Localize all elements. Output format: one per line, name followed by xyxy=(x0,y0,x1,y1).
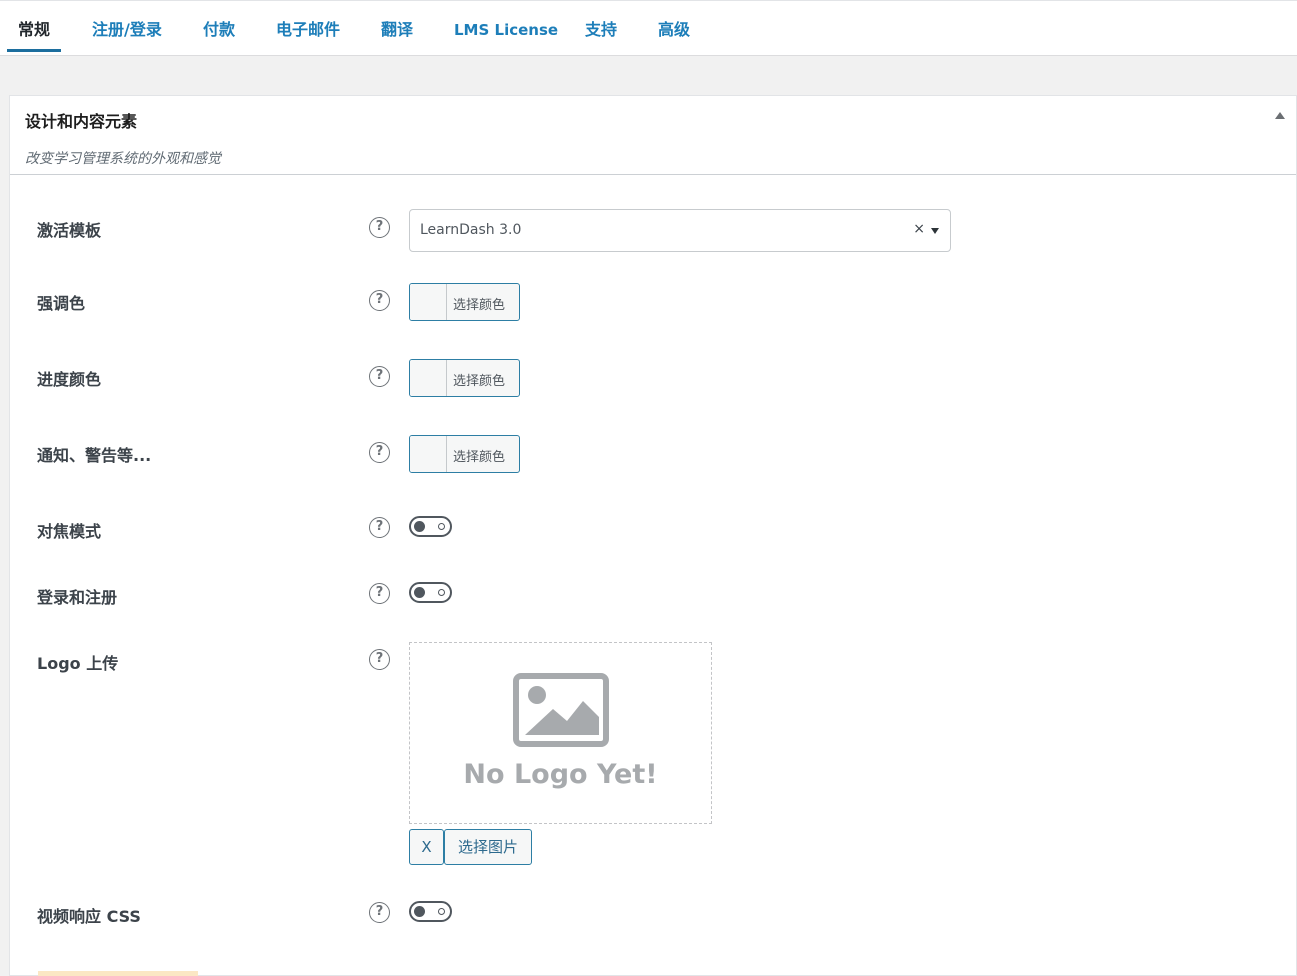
help-icon[interactable]: ? xyxy=(369,517,390,538)
help-icon[interactable]: ? xyxy=(369,442,390,463)
tab-translations[interactable]: 翻译 xyxy=(381,1,413,55)
tab-support[interactable]: 支持 xyxy=(585,1,617,55)
tab-payments[interactable]: 付款 xyxy=(203,1,235,55)
progress-color-picker-button[interactable]: 选择颜色 xyxy=(409,359,520,397)
notice-color-label: 通知、警告等... xyxy=(37,446,152,465)
login-register-label: 登录和注册 xyxy=(37,588,118,607)
tab-advanced[interactable]: 高级 xyxy=(658,1,690,55)
accent-color-button-label: 选择颜色 xyxy=(453,298,506,313)
help-icon[interactable]: ? xyxy=(369,583,390,604)
tab-lms-license[interactable]: LMS License xyxy=(454,1,558,55)
design-content-panel: 设计和内容元素 改变学习管理系统的外观和感觉 激活模板 ? LearnDash … xyxy=(9,95,1297,976)
panel-subtitle: 改变学习管理系统的外观和感觉 xyxy=(25,151,221,167)
toggle-knob xyxy=(414,521,425,532)
help-icon[interactable]: ? xyxy=(369,290,390,311)
panel-title: 设计和内容元素 xyxy=(25,112,138,131)
accent-color-label: 强调色 xyxy=(37,294,86,313)
help-icon[interactable]: ? xyxy=(369,217,390,238)
toggle-off-icon xyxy=(438,908,445,915)
progress-color-label: 进度颜色 xyxy=(37,370,102,389)
toggle-knob xyxy=(414,906,425,917)
progress-color-button-label: 选择颜色 xyxy=(453,374,506,389)
logo-preview: No Logo Yet! xyxy=(409,642,712,824)
login-register-toggle[interactable] xyxy=(409,582,452,603)
template-label: 激活模板 xyxy=(37,221,102,240)
notice-color-button-label: 选择颜色 xyxy=(453,450,506,465)
help-icon[interactable]: ? xyxy=(369,649,390,670)
settings-tabs: 常规 注册/登录 付款 电子邮件 翻译 LMS License 支持 高级 xyxy=(0,0,1297,56)
help-icon[interactable]: ? xyxy=(369,902,390,923)
focus-mode-label: 对焦模式 xyxy=(37,522,102,541)
collapse-icon[interactable] xyxy=(1275,112,1285,119)
notice-color-picker-button[interactable]: 选择颜色 xyxy=(409,435,520,473)
tab-general[interactable]: 常规 xyxy=(7,1,62,52)
toggle-off-icon xyxy=(438,589,445,596)
template-select[interactable]: LearnDash 3.0 × xyxy=(409,209,951,252)
template-select-value: LearnDash 3.0 xyxy=(420,222,522,238)
focus-mode-toggle[interactable] xyxy=(409,516,452,537)
select-image-button[interactable]: 选择图片 xyxy=(444,829,532,865)
tab-emails[interactable]: 电子邮件 xyxy=(276,1,340,55)
logo-upload-label: Logo 上传 xyxy=(37,654,119,673)
color-swatch xyxy=(410,360,447,396)
chevron-down-icon xyxy=(931,228,939,234)
clear-icon[interactable]: × xyxy=(913,221,925,237)
accent-color-picker-button[interactable]: 选择颜色 xyxy=(409,283,520,321)
toggle-off-icon xyxy=(438,523,445,530)
footer-strip xyxy=(38,971,198,976)
responsive-video-toggle[interactable] xyxy=(409,901,452,922)
color-swatch xyxy=(410,284,447,320)
remove-logo-button[interactable]: X xyxy=(409,829,444,865)
toggle-knob xyxy=(414,587,425,598)
tab-registration-login[interactable]: 注册/登录 xyxy=(92,1,162,55)
panel-header: 设计和内容元素 改变学习管理系统的外观和感觉 xyxy=(10,96,1296,175)
responsive-video-label: 视频响应 CSS xyxy=(37,907,141,926)
image-placeholder-icon xyxy=(513,673,609,747)
color-swatch xyxy=(410,436,447,472)
help-icon[interactable]: ? xyxy=(369,366,390,387)
no-logo-text: No Logo Yet! xyxy=(463,759,658,790)
